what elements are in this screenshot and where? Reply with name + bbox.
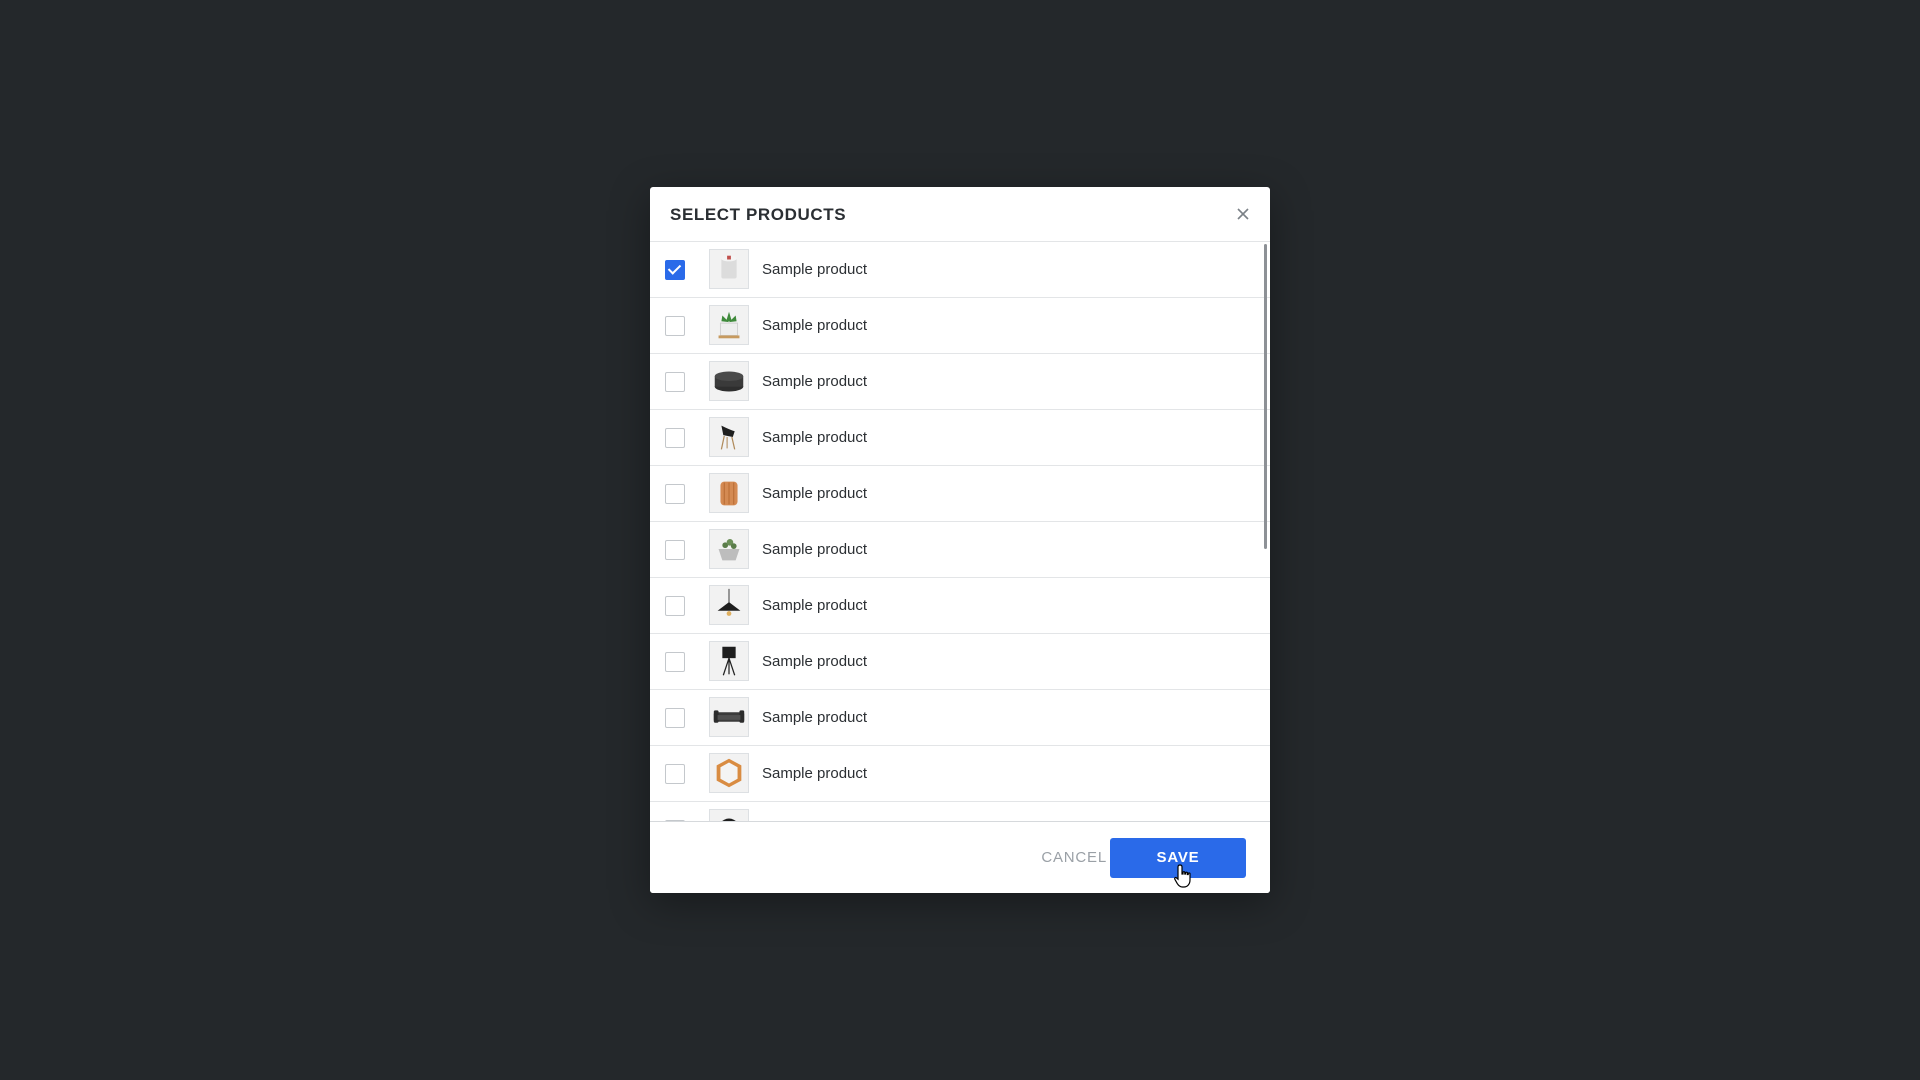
product-thumbnail-floor-lamp — [709, 641, 749, 681]
product-row[interactable]: Sample product — [650, 466, 1270, 522]
product-checkbox[interactable] — [665, 260, 685, 280]
product-thumbnail-pendant-lamp — [709, 585, 749, 625]
product-row[interactable]: Sample product — [650, 746, 1270, 802]
product-checkbox[interactable] — [665, 484, 685, 504]
product-label: Sample product — [762, 429, 868, 446]
product-row[interactable]: Sample product — [650, 354, 1270, 410]
product-label: Sample product — [762, 765, 868, 782]
save-button[interactable]: SAVE — [1110, 838, 1246, 878]
product-thumbnail-black-chair — [709, 417, 749, 457]
product-checkbox[interactable] — [665, 652, 685, 672]
product-label: Sample product — [762, 485, 868, 502]
close-button[interactable] — [1232, 203, 1254, 225]
product-row[interactable]: Sample product — [650, 522, 1270, 578]
product-checkbox[interactable] — [665, 316, 685, 336]
product-label: Sample product — [762, 709, 868, 726]
product-thumbnail-dark-sofa — [709, 697, 749, 737]
product-thumbnail-hexagon-mirror — [709, 753, 749, 793]
product-checkbox[interactable] — [665, 428, 685, 448]
product-row[interactable]: Sample product — [650, 410, 1270, 466]
product-label: Sample product — [762, 597, 868, 614]
product-thumbnail-wood-stool — [709, 473, 749, 513]
product-row[interactable]: Sample product — [650, 578, 1270, 634]
product-row[interactable]: Sample product — [650, 298, 1270, 354]
close-icon — [1237, 208, 1249, 220]
product-thumbnail-grey-planter — [709, 529, 749, 569]
product-checkbox[interactable] — [665, 540, 685, 560]
list-scrollbar[interactable] — [1264, 244, 1267, 549]
cancel-button[interactable]: CANCEL — [1041, 849, 1107, 866]
product-checkbox[interactable] — [665, 372, 685, 392]
dialog-header: SELECT PRODUCTS — [650, 187, 1270, 242]
product-label: Sample product — [762, 541, 868, 558]
product-checkbox[interactable] — [665, 596, 685, 616]
product-label: Sample product — [762, 653, 868, 670]
select-products-dialog: SELECT PRODUCTS Sample product Sample pro… — [650, 187, 1270, 893]
product-label: Sample product — [762, 261, 868, 278]
product-thumbnail-white-cylinder — [709, 249, 749, 289]
dialog-title: SELECT PRODUCTS — [670, 205, 847, 224]
product-label: Sample product — [762, 373, 868, 390]
product-thumbnail-dark-pouf — [709, 361, 749, 401]
product-checkbox[interactable] — [665, 764, 685, 784]
product-row[interactable]: Sample product — [650, 242, 1270, 298]
product-thumbnail-succulent-planter — [709, 305, 749, 345]
product-list[interactable]: Sample product Sample product Sample produ… — [650, 242, 1270, 893]
product-row[interactable]: Sample product — [650, 690, 1270, 746]
product-row[interactable]: Sample product — [650, 634, 1270, 690]
product-checkbox[interactable] — [665, 708, 685, 728]
dialog-footer: CANCEL SAVE — [650, 821, 1270, 893]
product-label: Sample product — [762, 317, 868, 334]
